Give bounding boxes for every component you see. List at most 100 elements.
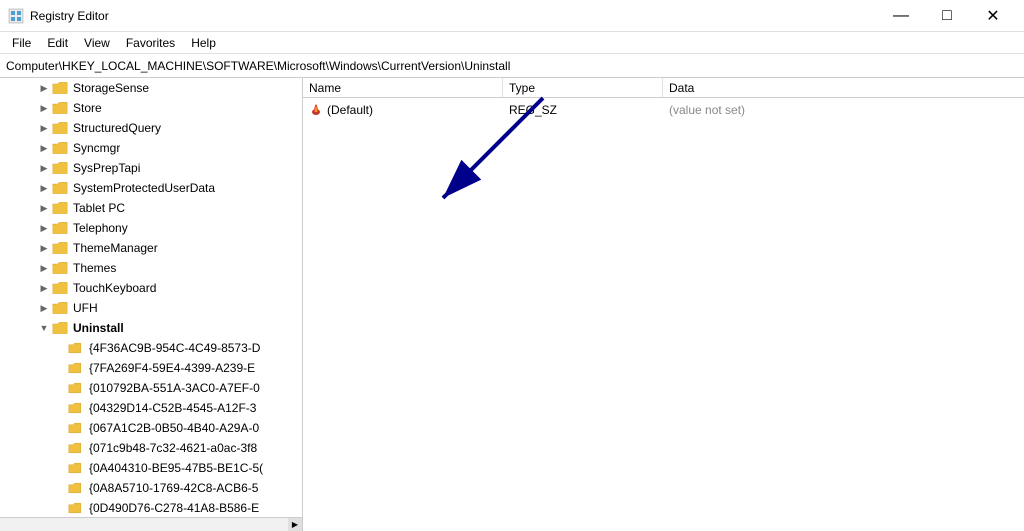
menu-edit[interactable]: Edit bbox=[39, 34, 76, 52]
expand-arrow-StorageSense[interactable]: ▶ bbox=[36, 80, 52, 96]
tree-item-label-SysPrepTapi: SysPrepTapi bbox=[73, 161, 140, 175]
expand-arrow-Uninstall[interactable]: ▼ bbox=[36, 320, 52, 336]
expand-arrow-sub5[interactable] bbox=[52, 420, 68, 436]
reg-row-0[interactable]: (Default)REG_SZ(value not set) bbox=[303, 100, 1024, 120]
app-icon bbox=[8, 8, 24, 24]
tree-item-label-sub5: {067A1C2B-0B50-4B40-A29A-0 bbox=[89, 421, 259, 435]
main-content: ▶ StorageSense▶ Store▶ StructuredQuery▶ … bbox=[0, 78, 1024, 531]
expand-arrow-Telephony[interactable]: ▶ bbox=[36, 220, 52, 236]
expand-arrow-sub6[interactable] bbox=[52, 440, 68, 456]
tree-item-SysPrepTapi[interactable]: ▶ SysPrepTapi bbox=[0, 158, 302, 178]
title-bar-controls: — □ ✕ bbox=[878, 0, 1016, 32]
folder-icon-sub4 bbox=[68, 401, 87, 415]
tree-item-UFH[interactable]: ▶ UFH bbox=[0, 298, 302, 318]
tree-item-label-sub8: {0A8A5710-1769-42C8-ACB6-5 bbox=[89, 481, 258, 495]
folder-icon-sub7 bbox=[68, 461, 87, 475]
tree-item-label-TouchKeyboard: TouchKeyboard bbox=[73, 281, 156, 295]
folder-icon-StructuredQuery bbox=[52, 121, 71, 135]
folder-icon-Store bbox=[52, 101, 71, 115]
reg-value-icon-0 bbox=[309, 102, 323, 119]
close-button[interactable]: ✕ bbox=[970, 0, 1016, 32]
reg-cell-type-0: REG_SZ bbox=[503, 103, 663, 117]
tree-panel: ▶ StorageSense▶ Store▶ StructuredQuery▶ … bbox=[0, 78, 303, 531]
minimize-button[interactable]: — bbox=[878, 0, 924, 32]
tree-item-sub6[interactable]: {071c9b48-7c32-4621-a0ac-3f8 bbox=[0, 438, 302, 458]
tree-item-sub7[interactable]: {0A404310-BE95-47B5-BE1C-5( bbox=[0, 458, 302, 478]
expand-arrow-sub4[interactable] bbox=[52, 400, 68, 416]
expand-arrow-Store[interactable]: ▶ bbox=[36, 100, 52, 116]
menu-favorites[interactable]: Favorites bbox=[118, 34, 183, 52]
expand-arrow-sub8[interactable] bbox=[52, 480, 68, 496]
tree-item-label-StorageSense: StorageSense bbox=[73, 81, 149, 95]
menu-help[interactable]: Help bbox=[183, 34, 224, 52]
expand-arrow-Themes[interactable]: ▶ bbox=[36, 260, 52, 276]
folder-icon-TabletPC bbox=[52, 201, 71, 215]
tree-item-label-TabletPC: Tablet PC bbox=[73, 201, 125, 215]
tree-item-label-sub9: {0D490D76-C278-41A8-B586-E bbox=[89, 501, 259, 515]
tree-item-sub5[interactable]: {067A1C2B-0B50-4B40-A29A-0 bbox=[0, 418, 302, 438]
expand-arrow-sub1[interactable] bbox=[52, 340, 68, 356]
expand-arrow-sub3[interactable] bbox=[52, 380, 68, 396]
menu-view[interactable]: View bbox=[76, 34, 118, 52]
tree-item-label-Store: Store bbox=[73, 101, 102, 115]
expand-arrow-SystemProtectedUserData[interactable]: ▶ bbox=[36, 180, 52, 196]
folder-icon-Telephony bbox=[52, 221, 71, 235]
tree-item-sub8[interactable]: {0A8A5710-1769-42C8-ACB6-5 bbox=[0, 478, 302, 498]
folder-icon-sub9 bbox=[68, 501, 87, 515]
expand-arrow-UFH[interactable]: ▶ bbox=[36, 300, 52, 316]
tree-item-sub1[interactable]: {4F36AC9B-954C-4C49-8573-D bbox=[0, 338, 302, 358]
tree-item-sub4[interactable]: {04329D14-C52B-4545-A12F-3 bbox=[0, 398, 302, 418]
tree-item-StorageSense[interactable]: ▶ StorageSense bbox=[0, 78, 302, 98]
tree-item-label-UFH: UFH bbox=[73, 301, 98, 315]
tree-item-SystemProtectedUserData[interactable]: ▶ SystemProtectedUserData bbox=[0, 178, 302, 198]
tree-item-label-Themes: Themes bbox=[73, 261, 116, 275]
expand-arrow-TouchKeyboard[interactable]: ▶ bbox=[36, 280, 52, 296]
tree-item-sub2[interactable]: {7FA269F4-59E4-4399-A239-E bbox=[0, 358, 302, 378]
hscroll-right[interactable]: ▶ bbox=[288, 518, 302, 531]
expand-arrow-sub9[interactable] bbox=[52, 500, 68, 516]
address-path: Computer\HKEY_LOCAL_MACHINE\SOFTWARE\Mic… bbox=[6, 59, 510, 73]
expand-arrow-Syncmgr[interactable]: ▶ bbox=[36, 140, 52, 156]
expand-arrow-StructuredQuery[interactable]: ▶ bbox=[36, 120, 52, 136]
tree-item-Themes[interactable]: ▶ Themes bbox=[0, 258, 302, 278]
right-content: (Default)REG_SZ(value not set) bbox=[303, 98, 1024, 531]
maximize-button[interactable]: □ bbox=[924, 0, 970, 32]
tree-item-label-sub3: {010792BA-551A-3AC0-A7EF-0 bbox=[89, 381, 260, 395]
col-data-header: Data bbox=[663, 78, 1024, 97]
tree-item-TouchKeyboard[interactable]: ▶ TouchKeyboard bbox=[0, 278, 302, 298]
folder-icon-ThemeManager bbox=[52, 241, 71, 255]
tree-item-Uninstall[interactable]: ▼ Uninstall bbox=[0, 318, 302, 338]
tree-hscroll[interactable]: ▶ bbox=[0, 517, 302, 531]
tree-item-ThemeManager[interactable]: ▶ ThemeManager bbox=[0, 238, 302, 258]
expand-arrow-ThemeManager[interactable]: ▶ bbox=[36, 240, 52, 256]
menu-file[interactable]: File bbox=[4, 34, 39, 52]
reg-value-name-0: (Default) bbox=[327, 103, 373, 117]
tree-item-TabletPC[interactable]: ▶ Tablet PC bbox=[0, 198, 302, 218]
expand-arrow-TabletPC[interactable]: ▶ bbox=[36, 200, 52, 216]
menu-bar: File Edit View Favorites Help bbox=[0, 32, 1024, 54]
tree-item-label-Syncmgr: Syncmgr bbox=[73, 141, 120, 155]
expand-arrow-sub2[interactable] bbox=[52, 360, 68, 376]
tree-item-label-sub7: {0A404310-BE95-47B5-BE1C-5( bbox=[89, 461, 263, 475]
folder-icon-sub6 bbox=[68, 441, 87, 455]
tree-item-label-SystemProtectedUserData: SystemProtectedUserData bbox=[73, 181, 215, 195]
expand-arrow-sub7[interactable] bbox=[52, 460, 68, 476]
folder-icon-sub2 bbox=[68, 361, 87, 375]
tree-item-label-ThemeManager: ThemeManager bbox=[73, 241, 158, 255]
tree-item-Telephony[interactable]: ▶ Telephony bbox=[0, 218, 302, 238]
expand-arrow-SysPrepTapi[interactable]: ▶ bbox=[36, 160, 52, 176]
app-title: Registry Editor bbox=[30, 9, 109, 23]
reg-cell-name-0: (Default) bbox=[303, 102, 503, 119]
tree-item-label-StructuredQuery: StructuredQuery bbox=[73, 121, 161, 135]
address-bar: Computer\HKEY_LOCAL_MACHINE\SOFTWARE\Mic… bbox=[0, 54, 1024, 78]
folder-icon-StorageSense bbox=[52, 81, 71, 95]
tree-item-Store[interactable]: ▶ Store bbox=[0, 98, 302, 118]
tree-scroll[interactable]: ▶ StorageSense▶ Store▶ StructuredQuery▶ … bbox=[0, 78, 302, 531]
tree-item-label-sub6: {071c9b48-7c32-4621-a0ac-3f8 bbox=[89, 441, 257, 455]
tree-item-sub3[interactable]: {010792BA-551A-3AC0-A7EF-0 bbox=[0, 378, 302, 398]
tree-item-sub9[interactable]: {0D490D76-C278-41A8-B586-E bbox=[0, 498, 302, 518]
col-type-header: Type bbox=[503, 78, 663, 97]
tree-item-Syncmgr[interactable]: ▶ Syncmgr bbox=[0, 138, 302, 158]
folder-icon-Themes bbox=[52, 261, 71, 275]
tree-item-StructuredQuery[interactable]: ▶ StructuredQuery bbox=[0, 118, 302, 138]
